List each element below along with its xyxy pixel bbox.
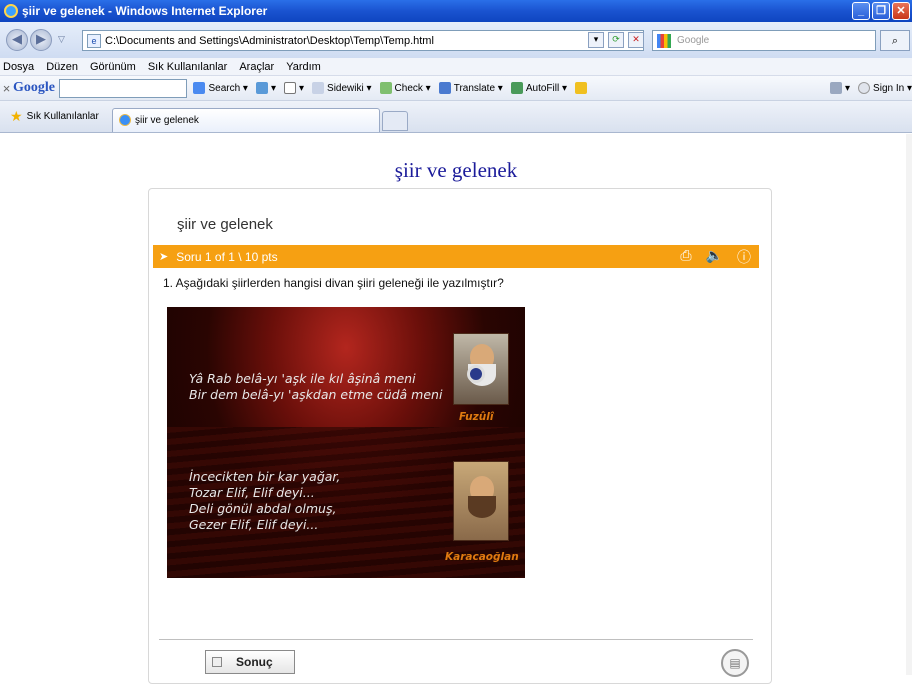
verse-two-line-1: İncecikten bir kar yağar, <box>189 469 341 484</box>
question-text: 1. Aşağıdaki şiirlerden hangisi divan şi… <box>163 276 504 290</box>
verse-one-line-2: Bir dem belâ-yı 'aşkdan etme cüdâ meni <box>189 387 443 402</box>
sidewiki-label: Sidewiki <box>327 82 364 94</box>
tab-label: şiir ve gelenek <box>135 114 199 126</box>
address-dropdown-button[interactable]: ▾ <box>588 32 604 48</box>
page-title: şiir ve gelenek <box>394 158 518 182</box>
settings-button[interactable]: ▾ <box>830 82 850 94</box>
page-icon <box>284 82 296 94</box>
google-search-input[interactable] <box>59 78 188 98</box>
close-button[interactable]: ✕ <box>892 2 910 20</box>
autofill-label: AutoFill <box>525 82 560 94</box>
verse-two-line-2: Tozar Elif, Elif deyi... <box>189 485 315 500</box>
google-icon <box>193 82 206 94</box>
favorites-label: Sık Kullanılanlar <box>26 111 99 122</box>
page-icon: e <box>87 33 101 48</box>
poet-name-karacaoglan: Karacaoğlan <box>445 551 519 563</box>
poet-name-fuzuli: Fuzûlî <box>459 411 494 423</box>
history-dropdown-icon[interactable]: ▽ <box>58 35 68 45</box>
question-bar: ➤ Soru 1 of 1 \ 10 pts ⎙ 🔈 ⓘ <box>153 245 759 268</box>
search-button[interactable]: ⌕ <box>880 30 910 51</box>
menu-help[interactable]: Yardım <box>286 61 321 73</box>
speaker-icon[interactable]: 🔈 <box>706 247 723 267</box>
sidewiki-icon <box>312 82 325 94</box>
print-icon[interactable]: ⎙ <box>680 247 691 267</box>
info-icon[interactable]: ⓘ <box>737 247 751 267</box>
translate-button[interactable]: Translate ▾ <box>438 82 503 94</box>
karacaoglan-portrait <box>453 461 509 541</box>
spellcheck-button[interactable]: Check ▾ <box>379 82 431 94</box>
address-url: C:\Documents and Settings\Administrator\… <box>105 34 434 47</box>
star-icon: ★ <box>10 108 23 124</box>
menu-tools[interactable]: Araçlar <box>239 61 274 73</box>
tab-active[interactable]: şiir ve gelenek <box>112 107 380 132</box>
check-label: Check <box>394 82 423 94</box>
portrait-beard <box>468 496 496 518</box>
menu-edit[interactable]: Düzen <box>46 61 78 73</box>
question-tools: ⎙ 🔈 ⓘ <box>680 247 751 267</box>
new-tab-button[interactable] <box>382 110 408 131</box>
sidewiki-button[interactable]: Sidewiki ▾ <box>312 82 372 94</box>
translate-label: Translate <box>453 82 496 94</box>
back-button[interactable]: ◀ <box>6 29 28 51</box>
maximize-button[interactable]: ❐ <box>872 2 890 20</box>
wrench-icon <box>830 82 843 94</box>
favorites-button[interactable]: ★ Sık Kullanılanlar <box>0 108 112 125</box>
ie-icon <box>4 4 18 18</box>
result-button-label: Sonuç <box>236 655 273 669</box>
translate-icon <box>438 82 451 94</box>
quiz-container: şiir ve gelenek ➤ Soru 1 of 1 \ 10 pts ⎙… <box>148 188 772 684</box>
ie-page-icon <box>119 114 131 126</box>
search-box[interactable]: Google <box>652 30 876 51</box>
page-menu-button[interactable]: ▾ <box>284 82 304 94</box>
poem-image: Yâ Rab belâ-yı 'aşk ile kıl âşinâ meni B… <box>167 307 525 578</box>
verse-two: İncecikten bir kar yağar, Tozar Elif, El… <box>189 469 340 533</box>
notes-icon[interactable]: ▤ <box>721 649 749 677</box>
forward-button[interactable]: ▶ <box>30 29 52 51</box>
bookmark-button[interactable]: ▾ <box>255 82 276 94</box>
sign-in-button[interactable]: Sign In ▾ <box>858 82 912 94</box>
close-toolbar-icon[interactable]: × <box>0 81 13 96</box>
refresh-button[interactable]: ⟳ <box>608 32 624 48</box>
stop-button[interactable]: ✕ <box>628 32 644 48</box>
search-label: Search <box>208 82 241 94</box>
google-search-button[interactable]: Search ▾ <box>193 82 248 94</box>
scrollbar[interactable] <box>906 134 912 675</box>
address-toolbar: ◀ ▶ ▽ e C:\Documents and Settings\Admini… <box>0 22 912 58</box>
menu-bar: Dosya Düzen Görünüm Sık Kullanılanlar Ar… <box>0 58 912 76</box>
autofill-button[interactable]: AutoFill ▾ <box>510 82 567 94</box>
autofill-icon <box>510 82 523 94</box>
window-titlebar: şiir ve gelenek - Windows Internet Explo… <box>0 0 912 22</box>
window-controls: _ ❐ ✕ <box>852 2 910 20</box>
verse-one-line-1: Yâ Rab belâ-yı 'aşk ile kıl âşinâ meni <box>189 371 416 386</box>
document-icon <box>212 657 222 667</box>
check-icon <box>379 82 392 94</box>
highlight-button[interactable] <box>575 82 590 94</box>
menu-file[interactable]: Dosya <box>3 61 34 73</box>
menu-view[interactable]: Görünüm <box>90 61 136 73</box>
minimize-button[interactable]: _ <box>852 2 870 20</box>
quiz-title: şiir ve gelenek <box>177 216 273 233</box>
chevron-right-icon: ➤ <box>159 251 169 263</box>
google-logo: Google <box>13 80 56 95</box>
question-counter: Soru 1 of 1 \ 10 pts <box>176 249 278 264</box>
result-button[interactable]: Sonuç <box>205 650 295 674</box>
tab-bar: ★ Sık Kullanılanlar şiir ve gelenek <box>0 101 912 133</box>
verse-two-line-4: Gezer Elif, Elif deyi... <box>189 517 319 532</box>
sign-in-label: Sign In <box>873 82 905 94</box>
address-bar[interactable]: e C:\Documents and Settings\Administrato… <box>82 30 644 51</box>
google-icon <box>657 33 671 48</box>
verse-two-line-3: Deli gönül abdal olmuş, <box>189 501 337 516</box>
sign-in-icon <box>858 82 871 94</box>
google-toolbar: × Google Search ▾ ▾ ▾ Sidewiki ▾ Check ▾… <box>0 76 912 101</box>
puzzle-icon <box>255 82 268 94</box>
page-content: şiir ve gelenek şiir ve gelenek ➤ Soru 1… <box>0 134 912 684</box>
highlighter-icon <box>575 82 588 94</box>
menu-favorites[interactable]: Sık Kullanılanlar <box>148 61 228 73</box>
window-title: şiir ve gelenek - Windows Internet Explo… <box>22 4 268 18</box>
verse-one: Yâ Rab belâ-yı 'aşk ile kıl âşinâ meni B… <box>189 371 442 403</box>
magnifier-icon <box>467 365 485 383</box>
search-placeholder: Google <box>677 35 710 46</box>
footer-divider <box>159 639 753 640</box>
